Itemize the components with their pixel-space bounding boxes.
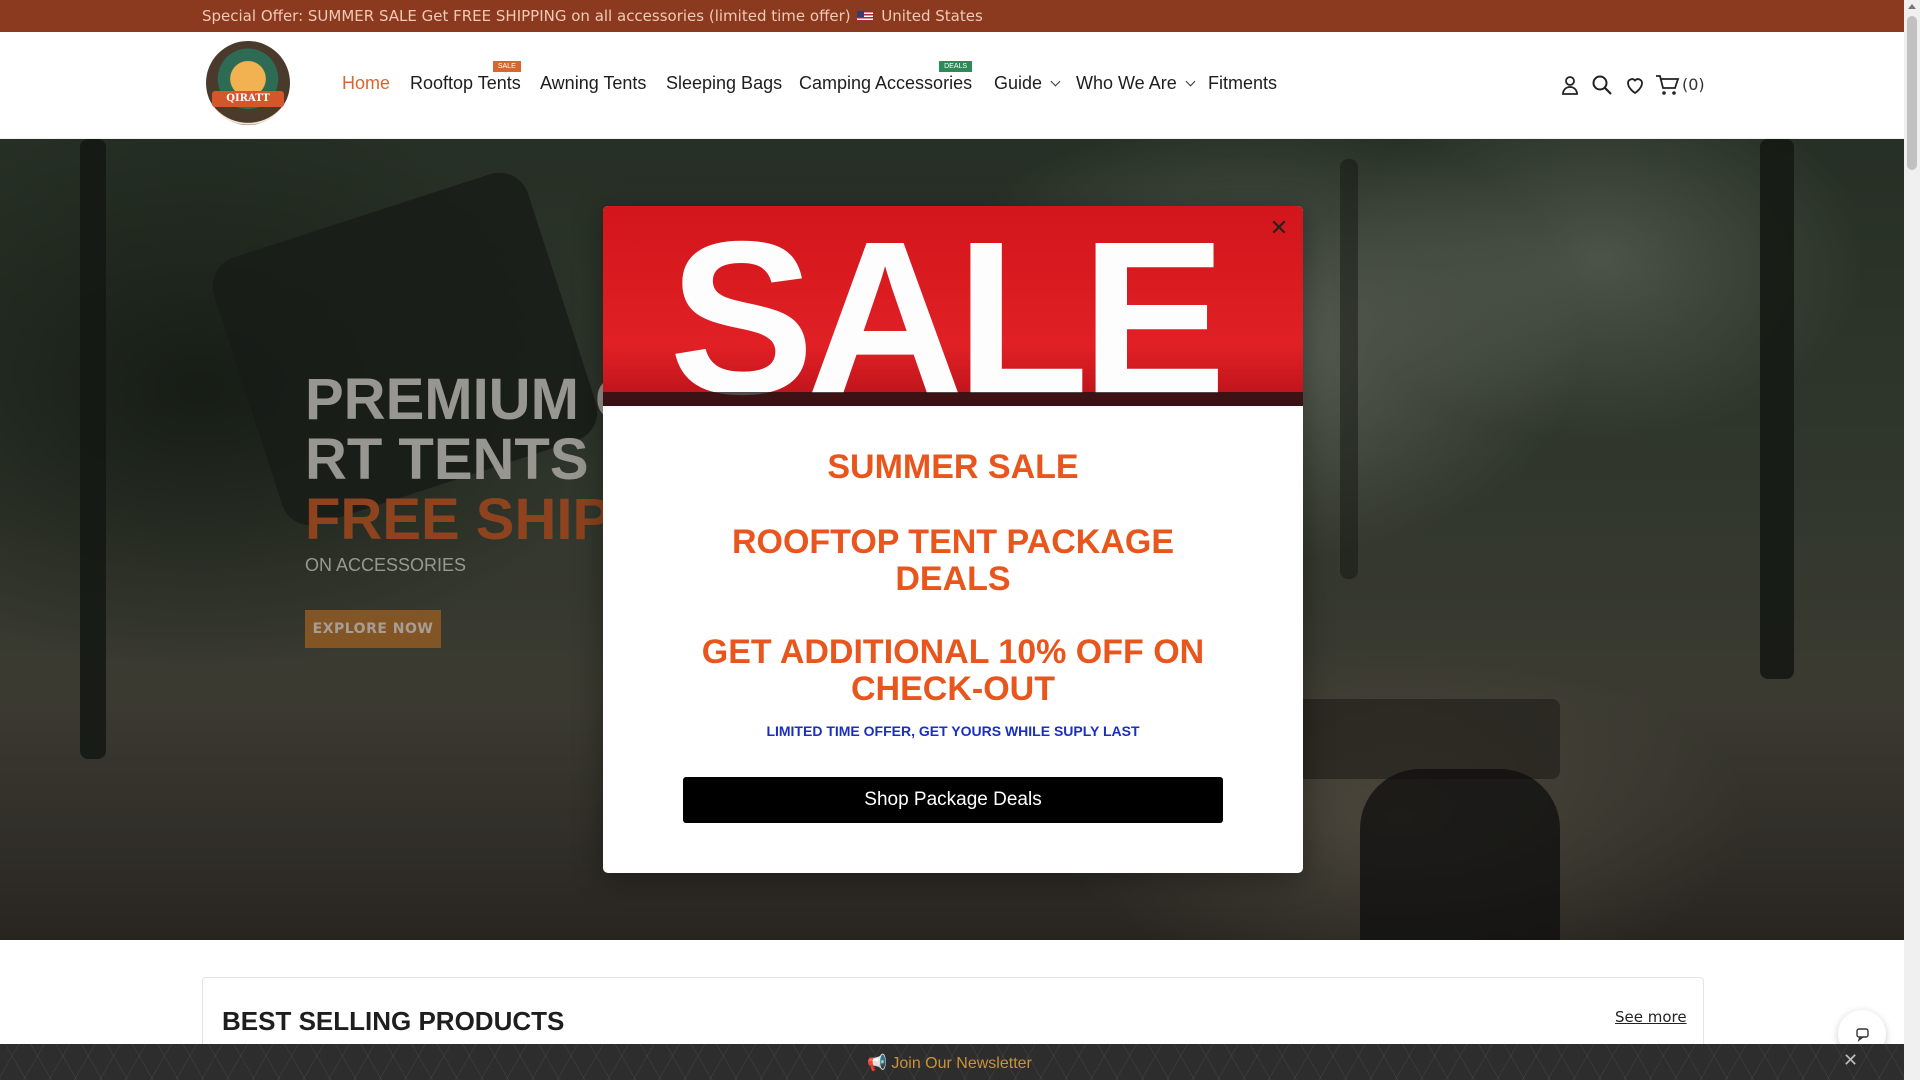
popup-heading-package-deals: ROOFTOP TENT PACKAGE DEALS xyxy=(731,523,1175,598)
site-logo[interactable]: QIRATT xyxy=(206,41,290,125)
nav-camping-accessories[interactable]: Camping Accessories DEALS xyxy=(799,61,973,94)
heart-icon[interactable] xyxy=(1623,73,1647,97)
nav-rooftop-tents[interactable]: Rooftop Tents SALE xyxy=(410,61,521,94)
announcement-text-wrap: Special Offer: SUMMER SALE Get FREE SHIP… xyxy=(202,7,983,25)
deals-badge: DEALS xyxy=(939,61,973,72)
popup-heading-summer-sale: SUMMER SALE xyxy=(827,448,1079,486)
popup-heading-discount: GET ADDITIONAL 10% OFF ON CHECK-OUT xyxy=(701,633,1205,708)
close-icon[interactable]: ✕ xyxy=(1268,218,1290,240)
nav-sleeping-bags[interactable]: Sleeping Bags xyxy=(666,73,782,94)
nav-home[interactable]: Home xyxy=(342,73,390,94)
us-flag-icon xyxy=(857,11,874,22)
best-selling-title: BEST SELLING PRODUCTS xyxy=(222,1006,565,1036)
nav-guide[interactable]: Guide xyxy=(994,73,1061,94)
sale-banner-image: SALE xyxy=(603,206,1303,406)
logo-text: QIRATT xyxy=(212,91,284,107)
nav-camping-accessories-label: Camping Accessories xyxy=(799,73,973,93)
nav-who-we-are[interactable]: Who We Are xyxy=(1076,73,1196,94)
sale-badge: SALE xyxy=(492,61,521,72)
chevron-down-icon xyxy=(1185,76,1196,87)
see-more-link[interactable]: See more xyxy=(1615,1008,1687,1026)
nav-fitments-label: Fitments xyxy=(1208,73,1278,93)
newsletter-label: Join Our Newsletter xyxy=(891,1055,1032,1072)
announcement-text: Special Offer: SUMMER SALE Get FREE SHIP… xyxy=(202,7,851,25)
nav-awning-tents[interactable]: Awning Tents xyxy=(540,73,646,94)
cart-icon[interactable] xyxy=(1654,73,1680,97)
nav-guide-label: Guide xyxy=(994,73,1043,93)
cart-count[interactable]: (0) xyxy=(1682,75,1705,94)
newsletter-label-wrap[interactable]: 📢 Join Our Newsletter xyxy=(867,1053,1032,1073)
nav-rooftop-tents-label: Rooftop Tents xyxy=(410,73,521,93)
scrollbar-thumb[interactable] xyxy=(1907,16,1917,170)
newsletter-close-icon[interactable]: ✕ xyxy=(1843,1050,1858,1071)
scroll-up-arrow-icon[interactable] xyxy=(1908,4,1916,9)
country-selector[interactable]: United States xyxy=(881,7,983,25)
popup-note: LIMITED TIME OFFER, GET YOURS WHILE SUPL… xyxy=(766,723,1140,739)
nav-sleeping-bags-label: Sleeping Bags xyxy=(666,73,783,93)
search-icon[interactable] xyxy=(1590,73,1614,97)
banner-shadow xyxy=(603,392,1303,406)
user-icon[interactable] xyxy=(1558,73,1582,97)
megaphone-icon: 📢 xyxy=(867,1055,887,1072)
nav-fitments[interactable]: Fitments xyxy=(1208,73,1277,94)
sale-popup: SALE ✕ SUMMER SALE ROOFTOP TENT PACKAGE … xyxy=(603,206,1303,873)
nav-who-we-are-label: Who We Are xyxy=(1076,73,1177,93)
nav-home-label: Home xyxy=(342,73,391,93)
sale-banner-word: SALE xyxy=(669,206,1226,407)
nav-awning-tents-label: Awning Tents xyxy=(540,73,647,93)
shop-package-deals-button[interactable]: Shop Package Deals xyxy=(683,777,1223,823)
site-header: QIRATT Home Rooftop Tents SALE Awning Te… xyxy=(0,32,1904,139)
announcement-bar: Special Offer: SUMMER SALE Get FREE SHIP… xyxy=(0,0,1904,32)
newsletter-bar[interactable]: 📢 Join Our Newsletter ✕ xyxy=(0,1044,1904,1080)
chevron-down-icon xyxy=(1050,76,1061,87)
